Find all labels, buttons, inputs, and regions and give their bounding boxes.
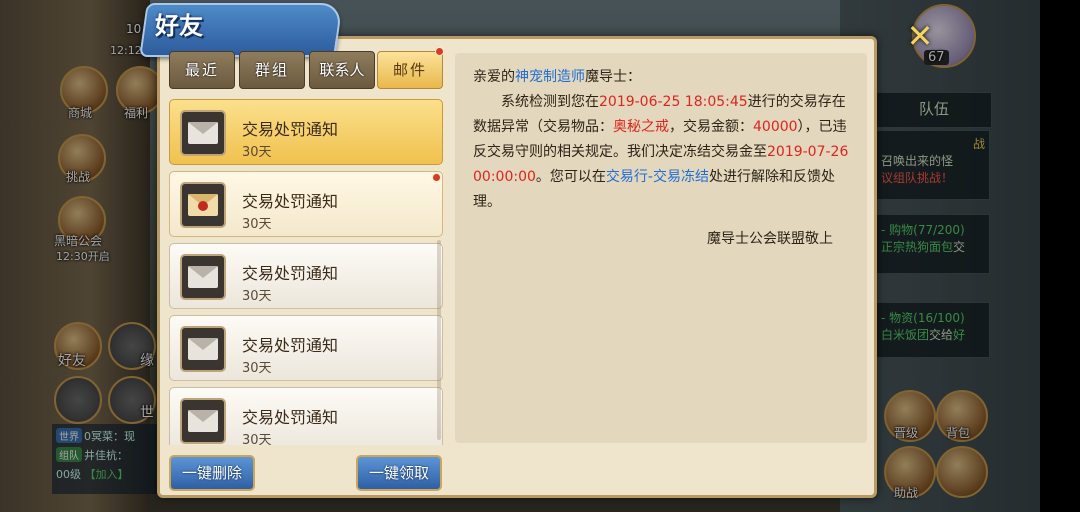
mail-item-4[interactable]: 交易处罚通知 30天 bbox=[169, 315, 443, 381]
mail-unread-dot bbox=[432, 173, 441, 182]
mail-list[interactable]: 交易处罚通知 30天 交易处罚通知 30天 交易处罚通知 30天 交易处罚通知 … bbox=[167, 97, 445, 445]
mail-title: 交易处罚通知 bbox=[242, 120, 339, 139]
dialog-title: 好友 bbox=[155, 11, 203, 40]
envelope-icon bbox=[180, 326, 226, 372]
mail-body: 系统检测到您在2019-06-25 18:05:45进行的交易存在数据异常（交易… bbox=[473, 90, 849, 215]
mail-days: 30天 bbox=[242, 361, 272, 376]
body-trade-time: 2019-06-25 18:05:45 bbox=[599, 94, 748, 110]
close-icon[interactable]: ✕ bbox=[902, 18, 938, 54]
mail-greeting: 亲爱的神宠制造师魔导士： bbox=[473, 65, 849, 90]
body-text-a: 系统检测到您在 bbox=[501, 94, 599, 110]
body-text-e: 。您可以在 bbox=[535, 169, 606, 185]
mail-days: 30天 bbox=[242, 217, 272, 232]
mail-title: 交易处罚通知 bbox=[242, 336, 339, 355]
body-trade-amount: 40000 bbox=[753, 119, 798, 135]
greeting-suffix: 魔导士： bbox=[585, 69, 641, 85]
mail-days: 30天 bbox=[242, 433, 272, 445]
greeting-org: 神宠制造师 bbox=[515, 69, 585, 85]
mail-tab-notification-dot bbox=[435, 47, 444, 56]
delete-all-button[interactable]: 一键删除 bbox=[169, 455, 255, 491]
mail-item-3[interactable]: 交易处罚通知 30天 bbox=[169, 243, 443, 309]
sealed-envelope-icon bbox=[180, 182, 226, 228]
envelope-icon bbox=[180, 398, 226, 444]
mail-days: 30天 bbox=[242, 289, 272, 304]
envelope-icon bbox=[180, 254, 226, 300]
tab-contacts[interactable]: 联系人 bbox=[309, 51, 375, 89]
mail-list-scrollbar[interactable] bbox=[437, 240, 441, 440]
mail-title: 交易处罚通知 bbox=[242, 408, 339, 427]
mail-content: 亲爱的神宠制造师魔导士： 系统检测到您在2019-06-25 18:05:45进… bbox=[455, 53, 867, 443]
mail-item-1[interactable]: 交易处罚通知 30天 bbox=[169, 99, 443, 165]
trade-freeze-link[interactable]: 交易行-交易冻结 bbox=[606, 169, 709, 185]
claim-all-button[interactable]: 一键领取 bbox=[356, 455, 442, 491]
tab-recent[interactable]: 最近 bbox=[169, 51, 235, 89]
mail-item-2[interactable]: 交易处罚通知 30天 bbox=[169, 171, 443, 237]
mail-days: 30天 bbox=[242, 145, 272, 160]
envelope-icon bbox=[180, 110, 226, 156]
body-text-c: ，交易金额： bbox=[669, 119, 753, 135]
mail-item-5[interactable]: 交易处罚通知 30天 bbox=[169, 387, 443, 445]
tab-mail[interactable]: 邮件 bbox=[377, 51, 443, 89]
tab-groups[interactable]: 群组 bbox=[239, 51, 305, 89]
greeting-prefix: 亲爱的 bbox=[473, 69, 515, 85]
mail-signature: 魔导士公会联盟敬上 bbox=[707, 231, 833, 247]
mail-title: 交易处罚通知 bbox=[242, 264, 339, 283]
mail-title: 交易处罚通知 bbox=[242, 192, 339, 211]
body-trade-item: 奥秘之戒 bbox=[613, 119, 669, 135]
